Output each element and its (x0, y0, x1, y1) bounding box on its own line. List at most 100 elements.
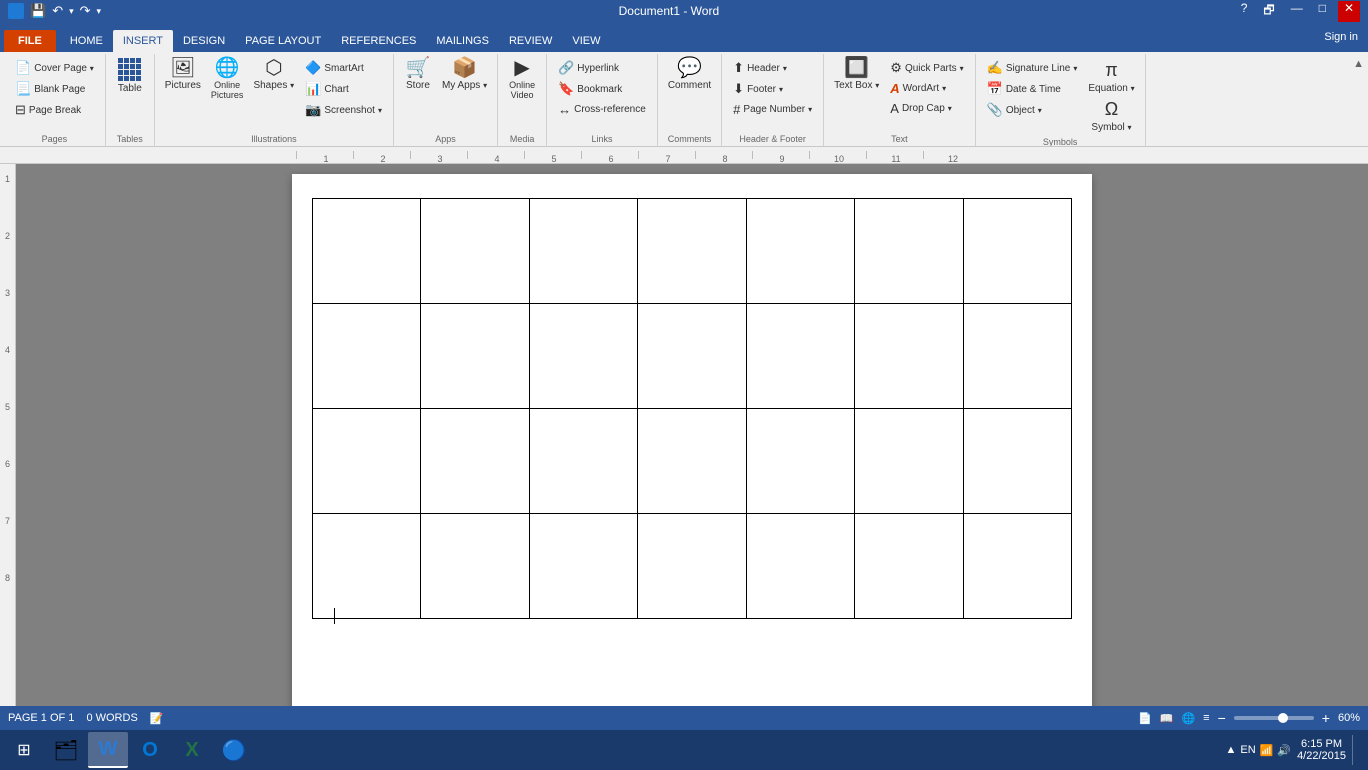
minimize-button[interactable]: — (1287, 1, 1307, 22)
object-button[interactable]: 📎 Object ▾ (982, 100, 1083, 120)
layout-read[interactable]: 📖 (1160, 712, 1174, 725)
ribbon-collapse[interactable]: ▲ (1353, 54, 1364, 146)
cover-page-button[interactable]: 📄 Cover Page ▾ (10, 58, 99, 78)
table-cell[interactable] (855, 514, 963, 619)
table-cell[interactable] (638, 514, 746, 619)
date-time-button[interactable]: 📅 Date & Time (982, 79, 1083, 99)
zoom-slider[interactable] (1234, 716, 1314, 720)
table-cell[interactable] (855, 304, 963, 409)
sign-in[interactable]: Sign in (1314, 26, 1368, 48)
page-break-button[interactable]: ⊟ Page Break (10, 100, 99, 120)
symbol-button[interactable]: Ω Symbol ▾ (1084, 97, 1138, 135)
table-cell[interactable] (529, 514, 637, 619)
table-cell[interactable] (313, 514, 421, 619)
taskbar-excel[interactable]: X (172, 732, 212, 768)
table-cell[interactable] (421, 304, 529, 409)
close-button[interactable]: ✕ (1338, 1, 1360, 22)
screenshot-button[interactable]: 📷 Screenshot ▾ (300, 100, 387, 120)
tab-insert[interactable]: INSERT (113, 30, 173, 52)
table-cell[interactable] (746, 304, 854, 409)
table-cell[interactable] (746, 514, 854, 619)
restore-button[interactable]: 🗗 (1259, 1, 1278, 22)
my-apps-button[interactable]: 📦 My Apps ▾ (438, 56, 491, 93)
blank-page-button[interactable]: 📃 Blank Page (10, 79, 99, 99)
layout-web[interactable]: 🌐 (1181, 712, 1195, 725)
quick-save[interactable]: 💾 (30, 3, 46, 19)
table-cell[interactable] (963, 409, 1071, 514)
header-button[interactable]: ⬆ Header ▾ (728, 58, 817, 78)
tab-view[interactable]: VIEW (562, 30, 610, 52)
layout-print[interactable]: 📄 (1138, 712, 1152, 725)
layout-outline[interactable]: ≡ (1203, 712, 1209, 724)
tab-review[interactable]: REVIEW (499, 30, 562, 52)
equation-button[interactable]: π Equation ▾ (1084, 58, 1138, 96)
table-cell[interactable] (963, 199, 1071, 304)
tray-network[interactable]: 📶 (1260, 744, 1274, 757)
table-cell[interactable] (746, 199, 854, 304)
taskbar-word[interactable]: W (88, 732, 128, 768)
smartart-button[interactable]: 🔷 SmartArt (300, 58, 387, 78)
shapes-button[interactable]: ⬡ Shapes ▾ (249, 56, 298, 93)
table-cell[interactable] (746, 409, 854, 514)
table-cell[interactable] (313, 199, 421, 304)
tab-references[interactable]: REFERENCES (331, 30, 426, 52)
taskbar-chrome[interactable]: 🔵 (214, 732, 254, 768)
word-count[interactable]: 0 WORDS (86, 712, 137, 724)
zoom-minus[interactable]: − (1218, 710, 1226, 726)
tray-sound[interactable]: 🔊 (1277, 744, 1291, 757)
taskbar-explorer[interactable]: 🗂 (46, 732, 86, 768)
wordart-button[interactable]: A WordArt ▾ (885, 79, 968, 98)
quick-undo-dropdown[interactable]: ▾ (69, 6, 74, 17)
table-cell[interactable] (421, 514, 529, 619)
online-pictures-button[interactable]: 🌐 OnlinePictures (207, 56, 248, 102)
comment-button[interactable]: 💬 Comment (664, 56, 715, 93)
tab-design[interactable]: DESIGN (173, 30, 235, 52)
page-number-button[interactable]: # Page Number ▾ (728, 100, 817, 119)
zoom-plus[interactable]: + (1322, 710, 1330, 726)
table-cell[interactable] (638, 409, 746, 514)
tab-mailings[interactable]: MAILINGS (426, 30, 499, 52)
word-table[interactable] (312, 198, 1072, 619)
tab-home[interactable]: HOME (60, 30, 113, 52)
table-cell[interactable] (855, 409, 963, 514)
table-cell[interactable] (313, 304, 421, 409)
table-cell[interactable] (638, 304, 746, 409)
clock[interactable]: 6:15 PM 4/22/2015 (1297, 738, 1346, 762)
signature-line-button[interactable]: ✍ Signature Line ▾ (982, 58, 1083, 78)
tab-file[interactable]: FILE (4, 30, 56, 52)
page-indicator[interactable]: PAGE 1 OF 1 (8, 712, 74, 724)
table-cell[interactable] (963, 514, 1071, 619)
table-button[interactable]: Table (112, 56, 148, 96)
table-cell[interactable] (529, 199, 637, 304)
document-area[interactable] (16, 164, 1368, 706)
document-page[interactable] (292, 174, 1092, 706)
drop-cap-button[interactable]: A Drop Cap ▾ (885, 99, 968, 118)
taskbar-outlook[interactable]: O (130, 732, 170, 768)
table-cell[interactable] (529, 409, 637, 514)
tab-page-layout[interactable]: PAGE LAYOUT (235, 30, 331, 52)
online-video-button[interactable]: ▶ OnlineVideo (504, 56, 540, 102)
maximize-button[interactable]: □ (1315, 1, 1330, 22)
table-cell[interactable] (855, 199, 963, 304)
table-cell[interactable] (313, 409, 421, 514)
quick-undo[interactable]: ↶ (52, 3, 63, 19)
pictures-button[interactable]: 🖼 Pictures (161, 56, 205, 93)
start-button[interactable]: ⊞ (4, 732, 44, 768)
table-cell[interactable] (963, 304, 1071, 409)
hyperlink-button[interactable]: 🔗 Hyperlink (553, 58, 651, 78)
quick-redo[interactable]: ↷ (80, 3, 91, 19)
show-desktop[interactable] (1352, 735, 1356, 765)
store-button[interactable]: 🛒 Store (400, 56, 436, 93)
quick-parts-button[interactable]: ⚙ Quick Parts ▾ (885, 58, 968, 78)
zoom-level[interactable]: 60% (1338, 712, 1360, 724)
table-cell[interactable] (421, 199, 529, 304)
bookmark-button[interactable]: 🔖 Bookmark (553, 79, 651, 99)
help-button[interactable]: ? (1237, 1, 1252, 22)
table-cell[interactable] (529, 304, 637, 409)
table-cell[interactable] (421, 409, 529, 514)
tray-lang[interactable]: EN (1240, 744, 1255, 756)
chart-button[interactable]: 📊 Chart (300, 79, 387, 99)
text-box-button[interactable]: 🔲 Text Box ▾ (830, 56, 883, 93)
footer-button[interactable]: ⬇ Footer ▾ (728, 79, 817, 99)
table-cell[interactable] (638, 199, 746, 304)
